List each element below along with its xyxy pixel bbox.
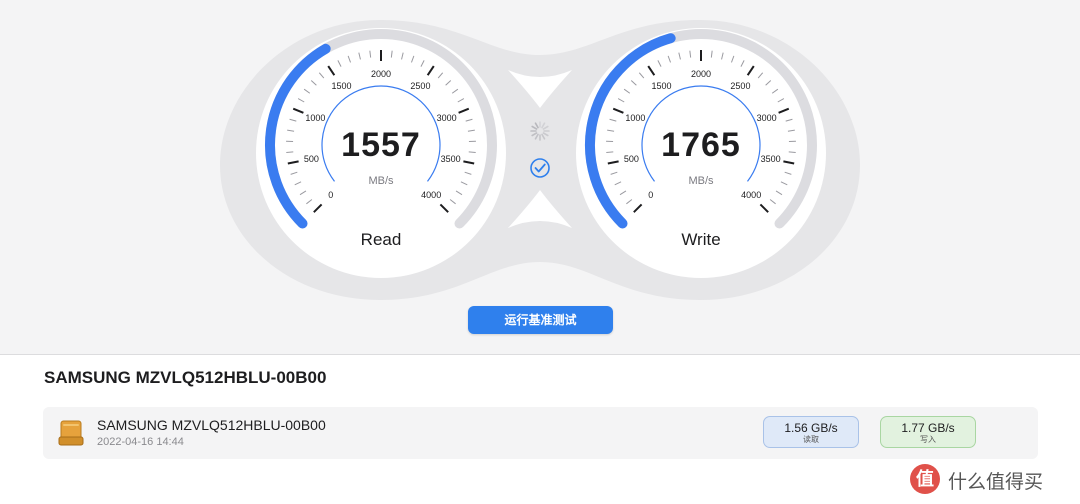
read-speed-value: 1557	[341, 126, 421, 164]
read-badge-value: 1.56 GB/s	[784, 421, 838, 435]
write-speed-value: 1765	[661, 126, 741, 164]
watermark: 值 什么值得买	[906, 460, 1076, 500]
device-heading: SAMSUNG MZVLQ512HBLU-00B00	[44, 368, 327, 387]
drive-icon	[58, 420, 84, 446]
read-badge-label: 读取	[803, 435, 819, 444]
device-result-row[interactable]: SAMSUNG MZVLQ512HBLU-00B00 2022-04-16 14…	[43, 407, 1038, 459]
read-tick-label: 3000	[437, 113, 457, 123]
write-gauge-title: Write	[681, 230, 721, 249]
watermark-text: 什么值得买	[948, 471, 1044, 493]
read-tick-label: 2500	[410, 81, 430, 91]
write-tick-label: 1500	[652, 81, 672, 91]
write-tick-label: 0	[648, 190, 653, 200]
write-tick-label: 2500	[730, 81, 750, 91]
write-tick-label: 4000	[741, 190, 761, 200]
gauge-canvas: 05001000150020002500300035004000 0500100…	[220, 20, 860, 300]
write-speed-unit: MB/s	[688, 175, 714, 187]
write-badge-value: 1.77 GB/s	[901, 421, 955, 435]
run-benchmark-button[interactable]: 运行基准测试	[468, 306, 613, 334]
read-speed-badge: 1.56 GB/s 读取	[763, 416, 859, 448]
read-tick-label: 1000	[305, 113, 325, 123]
watermark-logo: 值	[910, 464, 940, 494]
write-tick-label: 3000	[757, 113, 777, 123]
read-tick-label: 2000	[371, 69, 391, 79]
read-tick-label: 4000	[421, 190, 441, 200]
read-minor-tick	[286, 151, 294, 153]
write-minor-tick	[606, 151, 614, 153]
read-tick-label: 1500	[332, 81, 352, 91]
write-minor-tick	[788, 151, 796, 153]
write-tick-label: 2000	[691, 69, 711, 79]
write-speed-badge: 1.77 GB/s 写入	[880, 416, 976, 448]
read-minor-tick	[468, 151, 476, 153]
device-timestamp: 2022-04-16 14:44	[97, 436, 184, 448]
read-gauge-title: Read	[360, 230, 402, 249]
write-tick-label: 1000	[625, 113, 645, 123]
read-tick-label: 0	[328, 190, 333, 200]
read-speed-unit: MB/s	[368, 175, 394, 187]
device-name: SAMSUNG MZVLQ512HBLU-00B00	[97, 417, 326, 433]
benchmark-panel: 0 500 1000 1500 2000 2500 3000 3500 4000 0 500 100…	[0, 0, 1080, 355]
write-badge-label: 写入	[920, 435, 936, 444]
